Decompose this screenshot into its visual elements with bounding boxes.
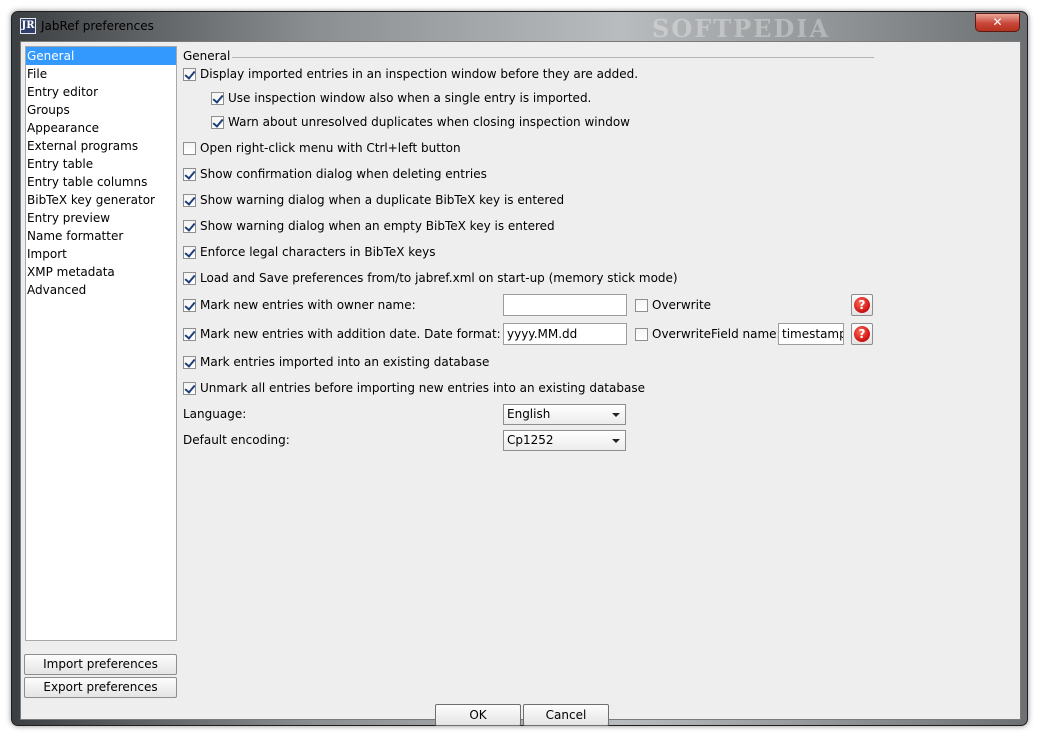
close-icon: ✕	[992, 15, 1003, 29]
field-name-label: Field name:	[711, 327, 781, 341]
display-imported-checkbox[interactable]	[183, 67, 196, 81]
watermark: SOFTPEDIA	[652, 14, 831, 43]
mark-date-label: Mark new entries with addition date. Dat…	[200, 327, 501, 341]
right-click-menu-option[interactable]: Open right-click menu with Ctrl+left but…	[183, 139, 461, 157]
owner-help-button[interactable]: ?	[851, 294, 873, 316]
enforce-legal-option[interactable]: Enforce legal characters in BibTeX keys	[183, 243, 436, 261]
export-preferences-button[interactable]: Export preferences	[24, 677, 177, 698]
sidebar-item-entry-preview[interactable]: Entry preview	[26, 209, 176, 227]
sidebar-item-file[interactable]: File	[26, 65, 176, 83]
encoding-label: Default encoding:	[183, 433, 290, 447]
right-click-menu-checkbox[interactable]	[183, 141, 196, 155]
owner-overwrite-checkbox[interactable]	[635, 298, 648, 312]
title-bar[interactable]: JR JabRef preferences SOFTPEDIA ✕	[12, 12, 1027, 43]
help-icon: ?	[854, 326, 870, 342]
confirm-delete-label: Show confirmation dialog when deleting e…	[200, 167, 487, 181]
unmark-all-label: Unmark all entries before importing new …	[200, 381, 645, 395]
unmark-all-checkbox[interactable]	[183, 381, 196, 395]
sidebar-item-external-programs[interactable]: External programs	[26, 137, 176, 155]
warn-duplicates-checkbox[interactable]	[211, 115, 224, 129]
chevron-down-icon	[612, 413, 620, 417]
group-divider	[232, 57, 874, 58]
mark-imported-checkbox[interactable]	[183, 355, 196, 369]
use-inspection-single-option[interactable]: Use inspection window also when a single…	[211, 89, 591, 107]
date-overwrite-label: Overwrite	[652, 327, 712, 341]
language-label: Language:	[183, 407, 247, 421]
sidebar-item-xmp-metadata[interactable]: XMP metadata	[26, 263, 176, 281]
confirm-delete-checkbox[interactable]	[183, 167, 196, 181]
import-preferences-button[interactable]: Import preferences	[24, 654, 177, 675]
date-overwrite-checkbox[interactable]	[635, 327, 648, 341]
enforce-legal-label: Enforce legal characters in BibTeX keys	[200, 245, 436, 259]
preferences-window: JR JabRef preferences SOFTPEDIA ✕ Genera…	[11, 11, 1028, 726]
dialog-content: General File Entry editor Groups Appeara…	[20, 41, 1021, 726]
use-inspection-single-label: Use inspection window also when a single…	[228, 91, 592, 105]
mark-imported-option[interactable]: Mark entries imported into an existing d…	[183, 353, 489, 371]
sidebar-item-name-formatter[interactable]: Name formatter	[26, 227, 176, 245]
mark-owner-option[interactable]: Mark new entries with owner name:	[183, 296, 416, 314]
group-title: General	[183, 49, 231, 63]
warn-duplicate-key-option[interactable]: Show warning dialog when a duplicate Bib…	[183, 191, 564, 209]
mark-owner-checkbox[interactable]	[183, 298, 196, 312]
date-help-button[interactable]: ?	[851, 323, 873, 345]
sidebar-item-entry-table-columns[interactable]: Entry table columns	[26, 173, 176, 191]
sidebar-item-groups[interactable]: Groups	[26, 101, 176, 119]
warn-duplicate-key-checkbox[interactable]	[183, 193, 196, 207]
memory-stick-label: Load and Save preferences from/to jabref…	[200, 271, 678, 285]
sidebar-item-import[interactable]: Import	[26, 245, 176, 263]
field-name-input[interactable]: timestamp	[778, 323, 844, 345]
sidebar-item-entry-editor[interactable]: Entry editor	[26, 83, 176, 101]
date-format-input[interactable]: yyyy.MM.dd	[503, 323, 627, 345]
language-select[interactable]: English	[503, 404, 626, 425]
encoding-value: Cp1252	[507, 433, 554, 447]
owner-name-input[interactable]	[503, 294, 627, 316]
warn-empty-key-label: Show warning dialog when an empty BibTeX…	[200, 219, 555, 233]
sidebar-item-advanced[interactable]: Advanced	[26, 281, 176, 299]
general-panel: General Display imported entries in an i…	[181, 46, 1021, 646]
category-list[interactable]: General File Entry editor Groups Appeara…	[25, 46, 177, 641]
unmark-all-option[interactable]: Unmark all entries before importing new …	[183, 379, 645, 397]
warn-duplicates-label: Warn about unresolved duplicates when cl…	[228, 115, 630, 129]
warn-duplicate-key-label: Show warning dialog when a duplicate Bib…	[200, 193, 565, 207]
sidebar-item-appearance[interactable]: Appearance	[26, 119, 176, 137]
jabref-icon: JR	[20, 18, 36, 34]
right-click-menu-label: Open right-click menu with Ctrl+left but…	[200, 141, 461, 155]
encoding-select[interactable]: Cp1252	[503, 430, 626, 451]
chevron-down-icon	[612, 439, 620, 443]
memory-stick-option[interactable]: Load and Save preferences from/to jabref…	[183, 269, 678, 287]
warn-duplicates-option[interactable]: Warn about unresolved duplicates when cl…	[211, 113, 630, 131]
ok-button[interactable]: OK	[435, 704, 521, 726]
warn-empty-key-checkbox[interactable]	[183, 219, 196, 233]
owner-overwrite-option[interactable]: Overwrite	[635, 296, 711, 314]
close-button[interactable]: ✕	[975, 13, 1020, 32]
memory-stick-checkbox[interactable]	[183, 271, 196, 285]
enforce-legal-checkbox[interactable]	[183, 245, 196, 259]
display-imported-label: Display imported entries in an inspectio…	[200, 67, 639, 81]
warn-empty-key-option[interactable]: Show warning dialog when an empty BibTeX…	[183, 217, 555, 235]
sidebar-item-general[interactable]: General	[26, 47, 176, 65]
owner-overwrite-label: Overwrite	[652, 298, 712, 312]
mark-owner-label: Mark new entries with owner name:	[200, 298, 416, 312]
mark-date-option[interactable]: Mark new entries with addition date. Dat…	[183, 325, 501, 343]
use-inspection-single-checkbox[interactable]	[211, 91, 224, 105]
mark-imported-label: Mark entries imported into an existing d…	[200, 355, 490, 369]
sidebar-item-entry-table[interactable]: Entry table	[26, 155, 176, 173]
cancel-button[interactable]: Cancel	[523, 704, 609, 726]
sidebar-item-bibtex-key-generator[interactable]: BibTeX key generator	[26, 191, 176, 209]
confirm-delete-option[interactable]: Show confirmation dialog when deleting e…	[183, 165, 487, 183]
date-overwrite-option[interactable]: Overwrite	[635, 325, 711, 343]
language-value: English	[507, 407, 551, 421]
display-imported-option[interactable]: Display imported entries in an inspectio…	[183, 65, 638, 83]
window-title: JabRef preferences	[41, 19, 154, 33]
mark-date-checkbox[interactable]	[183, 327, 196, 341]
help-icon: ?	[854, 297, 870, 313]
